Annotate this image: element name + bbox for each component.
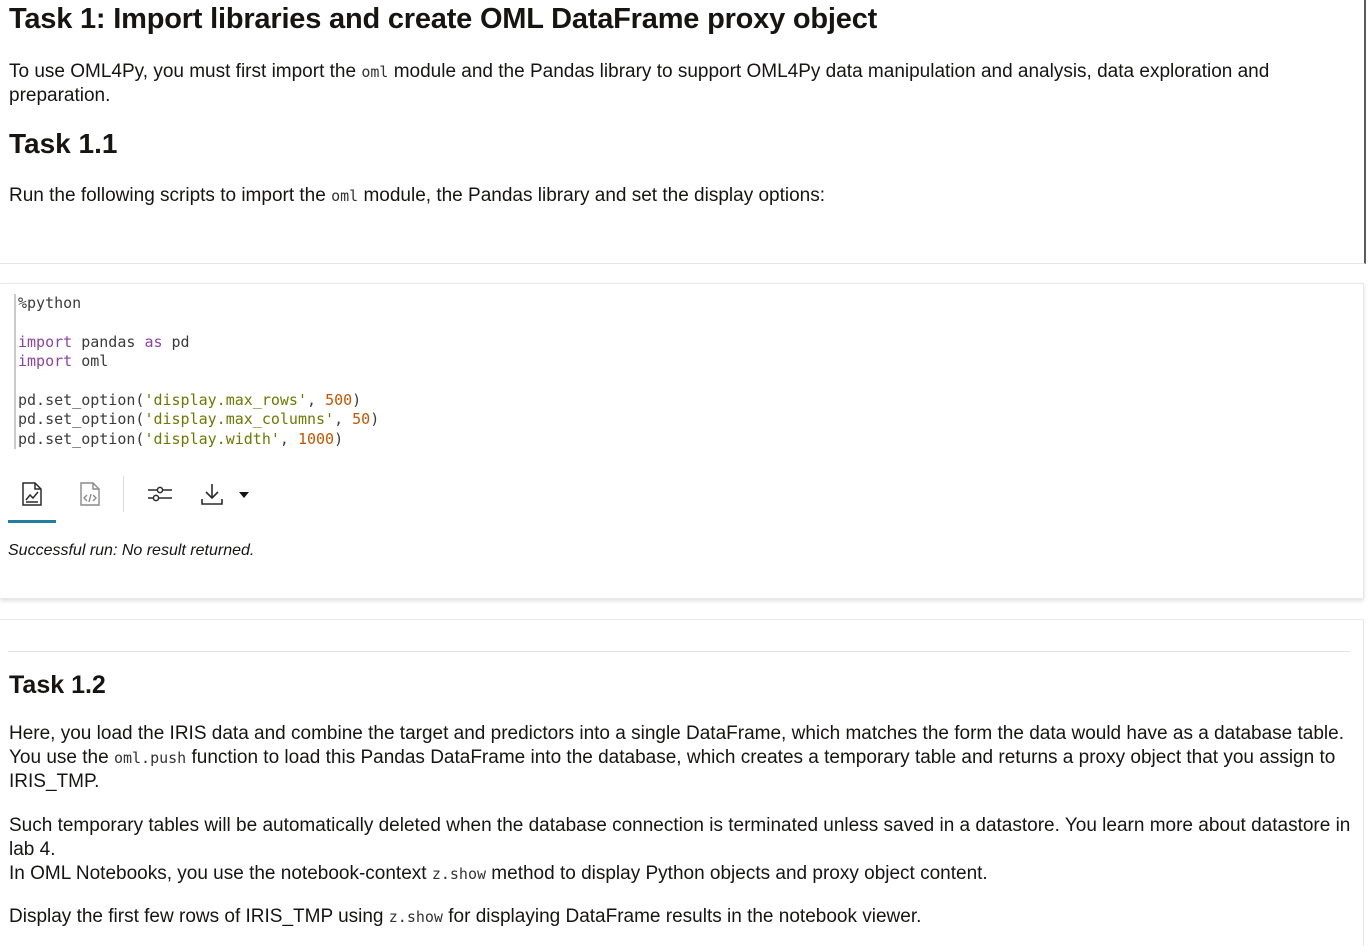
result-toolbar <box>8 474 268 523</box>
markdown-cell-task1: Task 1: Import libraries and create OML … <box>0 0 1366 264</box>
task12-paragraph-3: Display the first few rows of IRIS_TMP u… <box>9 906 922 927</box>
inline-code-z-show: z.show <box>388 908 443 926</box>
section-divider <box>8 651 1350 652</box>
inline-code-oml: oml <box>361 63 389 81</box>
task12-paragraph-2: Such temporary tables will be automatica… <box>9 815 1351 884</box>
markdown-cell-task12: Task 1.2 Here, you load the IRIS data an… <box>0 619 1364 946</box>
code-cell-python[interactable]: %python import pandas as pd import oml p… <box>0 283 1364 599</box>
code-file-icon[interactable] <box>74 478 106 510</box>
inline-code-oml: oml <box>331 187 359 205</box>
chart-report-icon[interactable] <box>16 478 48 510</box>
inline-code-oml-push: oml.push <box>113 749 187 767</box>
download-icon[interactable] <box>196 478 228 510</box>
task11-title: Task 1.1 <box>9 128 118 159</box>
caret-down-icon[interactable] <box>228 478 260 510</box>
code-editor[interactable]: %python import pandas as pd import oml p… <box>14 294 379 450</box>
task12-title: Task 1.2 <box>9 671 106 699</box>
task1-title: Task 1: Import libraries and create OML … <box>9 3 878 35</box>
task11-text: Run the following scripts to import the … <box>9 185 826 206</box>
active-tab-indicator <box>8 520 56 523</box>
task12-paragraph-1: Here, you load the IRIS data and combine… <box>9 723 1345 792</box>
settings-sliders-icon[interactable] <box>144 478 176 510</box>
toolbar-divider <box>123 476 124 512</box>
task1-intro: To use OML4Py, you must first import the… <box>9 61 1270 106</box>
run-status: Successful run: No result returned. <box>8 542 255 559</box>
inline-code-z-show: z.show <box>431 865 487 883</box>
